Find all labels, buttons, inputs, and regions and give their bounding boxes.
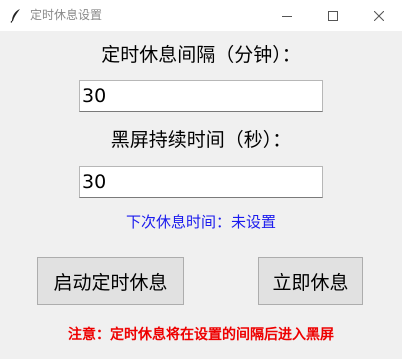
- minimize-button[interactable]: [264, 0, 310, 31]
- notice-text: 注意：定时休息将在设置的间隔后进入黑屏: [68, 327, 334, 343]
- interval-input[interactable]: [79, 80, 323, 112]
- close-icon: [374, 10, 384, 21]
- minimize-icon: [282, 15, 292, 17]
- title-bar[interactable]: 定时休息设置: [0, 0, 402, 31]
- next-rest-status: 下次休息时间：未设置: [125, 213, 276, 231]
- start-timer-button[interactable]: 启动定时休息: [37, 257, 184, 305]
- duration-label: 黑屏持续时间（秒）：: [110, 129, 292, 151]
- close-button[interactable]: [356, 0, 402, 31]
- rest-now-button[interactable]: 立即休息: [258, 257, 363, 305]
- duration-input[interactable]: [79, 166, 323, 198]
- interval-label: 定时休息间隔（分钟）：: [101, 44, 301, 66]
- window-title: 定时休息设置: [30, 8, 103, 22]
- maximize-button[interactable]: [310, 0, 356, 31]
- feather-icon: [9, 8, 23, 23]
- maximize-icon: [328, 10, 338, 21]
